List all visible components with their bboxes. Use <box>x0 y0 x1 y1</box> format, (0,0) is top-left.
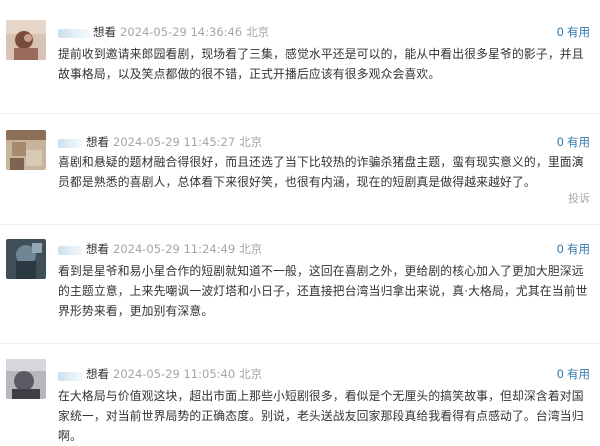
comment-meta: 想看 2024-05-29 11:45:27 北京 <box>86 134 262 150</box>
useful-vote[interactable]: 0 有用 <box>557 134 590 150</box>
useful-count: 0 <box>556 242 564 256</box>
useful-button[interactable]: 有用 <box>567 242 590 256</box>
comment-meta: 想看 2024-05-29 11:24:49 北京 <box>86 241 262 257</box>
rating-status: 想看 <box>86 135 109 149</box>
username-blurred[interactable] <box>58 29 90 38</box>
comment-content: 提前收到邀请来郎园看剧，现场看了三集，感觉水平还是可以的，能从中看出很多星爷的影… <box>58 47 584 81</box>
rating-status: 想看 <box>93 25 116 39</box>
comment-item: 想看 2024-05-29 11:45:27 北京 0 有用 喜剧和悬疑的题材融合得很… <box>0 114 600 224</box>
rating-status: 想看 <box>86 242 109 256</box>
useful-vote[interactable]: 0 有用 <box>557 24 590 40</box>
comment-content: 喜剧和悬疑的题材融合得很好，而且还选了当下比较热的诈骗杀猪盘主题，蛮有现实意义的… <box>58 155 584 189</box>
comment-item: 想看 2024-05-29 11:05:40 北京 0 有用 在大格局与价值观这块，超… <box>0 344 600 444</box>
useful-count: 0 <box>556 367 564 381</box>
comment-location: 北京 <box>239 367 263 381</box>
comment-content: 在大格局与价值观这块，超出市面上那些小短剧很多，看似是个无厘头的搞笑故事，但却深… <box>58 389 584 443</box>
username-blurred[interactable] <box>58 372 82 381</box>
avatar[interactable] <box>6 130 46 170</box>
comment-meta: 想看 2024-05-29 14:36:46 北京 <box>93 24 269 40</box>
comment-location: 北京 <box>239 242 263 256</box>
avatar[interactable] <box>6 359 46 399</box>
avatar[interactable] <box>6 20 46 60</box>
comment-time: 2024-05-29 11:24:49 <box>113 242 236 256</box>
useful-button[interactable]: 有用 <box>567 135 590 149</box>
useful-vote[interactable]: 0 有用 <box>557 366 590 382</box>
avatar[interactable] <box>6 239 46 279</box>
comment-time: 2024-05-29 14:36:46 <box>120 25 243 39</box>
report-link[interactable]: 投诉 <box>568 190 590 206</box>
comment-location: 北京 <box>246 25 270 39</box>
comment-item: 想看 2024-05-29 14:36:46 北京 0 有用 提前收到邀请来郎园看剧，… <box>0 0 600 110</box>
rating-status: 想看 <box>86 367 109 381</box>
comment-time: 2024-05-29 11:45:27 <box>113 135 236 149</box>
useful-count: 0 <box>556 25 564 39</box>
username-blurred[interactable] <box>58 139 82 148</box>
comment-meta: 想看 2024-05-29 11:05:40 北京 <box>86 366 262 382</box>
useful-button[interactable]: 有用 <box>567 367 590 381</box>
comment-item: 想看 2024-05-29 11:24:49 北京 0 有用 看到是星爷和易小星合作的… <box>0 225 600 343</box>
useful-vote[interactable]: 0 有用 <box>557 241 590 257</box>
username-blurred[interactable] <box>58 246 82 255</box>
comment-time: 2024-05-29 11:05:40 <box>113 367 236 381</box>
comment-location: 北京 <box>239 135 263 149</box>
comment-content: 看到是星爷和易小星合作的短剧就知道不一般，这回在喜剧之外，更给剧的核心加入了更加… <box>58 264 588 318</box>
useful-count: 0 <box>556 135 564 149</box>
useful-button[interactable]: 有用 <box>567 25 590 39</box>
